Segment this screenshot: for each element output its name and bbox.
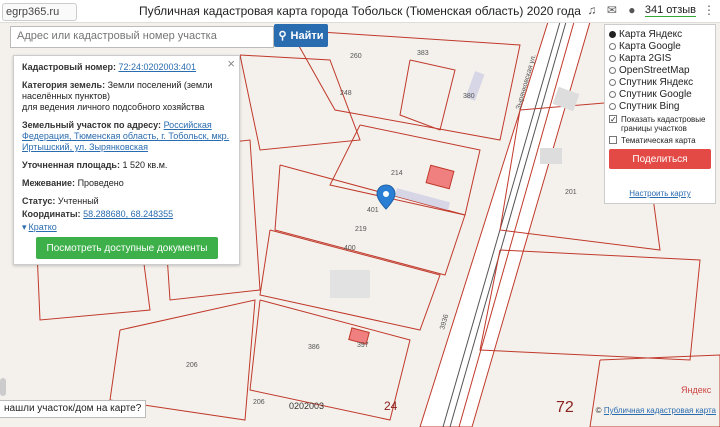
reviews-link[interactable]: 341 отзыв [644, 4, 696, 17]
layer-label: Карта Яндекс [619, 28, 683, 40]
radio-icon [609, 66, 616, 74]
status-label: Статус: [22, 196, 56, 206]
parcel-label: 397 [357, 342, 369, 349]
yandex-logo: Яндекс [681, 385, 712, 395]
cadastral-number-link[interactable]: 72:24:0202003:401 [118, 62, 196, 72]
parcel-label: 401 [367, 207, 379, 214]
layer-label: Спутник Bing [619, 100, 680, 112]
copyright-icon: © [595, 406, 602, 415]
parcel-label: 248 [340, 90, 352, 97]
close-icon[interactable]: × [227, 57, 235, 70]
parcel-label: 386 [308, 344, 320, 351]
site-address[interactable]: egrp365.ru [2, 3, 77, 21]
short-link[interactable]: Кратко [29, 222, 57, 232]
checkbox-checked-icon: ✓ [609, 115, 617, 124]
layer-option[interactable]: Карта Яндекс [609, 28, 711, 40]
parcel-label: 380 [463, 93, 475, 100]
attribution-link[interactable]: Публичная кадастровая карта [604, 406, 716, 415]
search-box [10, 26, 274, 48]
headphones-icon[interactable]: ♫ [585, 3, 599, 17]
address-label: Земельный участок по адресу: [22, 120, 162, 130]
survey-label: Межевание: [22, 178, 76, 188]
block-label: 0202003 [289, 401, 324, 411]
parcel-label: 206 [253, 399, 265, 406]
parcel-label: 260 [350, 53, 362, 60]
search-icon: ⚲ [278, 30, 287, 42]
radio-icon [609, 42, 616, 50]
found-parcel-prompt[interactable]: нашли участок/дом на карте? [0, 400, 147, 418]
parcel-label: 400 [344, 245, 356, 252]
layer-label: Спутник Яндекс [619, 76, 694, 88]
show-borders-toggle[interactable]: ✓ Показать кадастровые границы участков [609, 115, 711, 133]
layer-label: Спутник Google [619, 88, 692, 100]
radio-icon [609, 54, 616, 62]
layer-option[interactable]: Спутник Bing [609, 100, 711, 112]
status-value: Учтенный [57, 196, 99, 206]
map-attribution: © Публичная кадастровая карта [596, 406, 716, 415]
show-borders-label: Показать кадастровые границы участков [621, 115, 706, 133]
layer-option[interactable]: Спутник Яндекс [609, 76, 711, 88]
setup-map-link[interactable]: Настроить карту [609, 189, 711, 198]
survey-value: Проведено [77, 178, 124, 188]
envelope-icon[interactable]: ✉ [605, 3, 619, 17]
coordinates-label: Координаты: [22, 209, 81, 219]
block-number: 72 [556, 399, 574, 416]
comment-icon[interactable]: ● [625, 3, 639, 17]
side-handle[interactable] [0, 378, 6, 396]
view-documents-button[interactable]: Посмотреть доступные документы [36, 237, 218, 259]
parcel-label: 383 [417, 50, 429, 57]
thematic-toggle[interactable]: Тематическая карта [609, 136, 711, 145]
search-button-label: Найти [290, 29, 324, 42]
layer-label: Карта 2GIS [619, 52, 672, 64]
parcel-info-panel: × Кадастровый номер: 72:24:0202003:401 К… [13, 55, 240, 265]
collapse-icon: ▾ [22, 222, 27, 232]
parcel-label: 206 [186, 362, 198, 369]
search-button[interactable]: ⚲ Найти [274, 24, 328, 47]
area-label: Уточненная площадь: [22, 160, 120, 170]
parcel-label: 214 [391, 170, 403, 177]
layer-option[interactable]: OpenStreetMap [609, 64, 711, 76]
parcel-label: 219 [355, 226, 367, 233]
quarter-label: 24 [384, 399, 398, 413]
cadastral-number-label: Кадастровый номер: [22, 62, 116, 72]
area-value: 1 520 кв.м. [122, 160, 168, 170]
land-purpose: для ведения личного подсобного хозяйства [22, 102, 205, 112]
layer-option[interactable]: Карта 2GIS [609, 52, 711, 64]
radio-icon [609, 78, 616, 86]
radio-selected-icon [609, 30, 616, 38]
thematic-label: Тематическая карта [621, 136, 696, 145]
layers-panel: Карта Яндекс Карта Google Карта 2GIS Ope… [604, 24, 716, 204]
layer-option[interactable]: Спутник Google [609, 88, 711, 100]
top-bar: egrp365.ru Публичная кадастровая карта г… [0, 0, 720, 23]
topbar-icons: ♫ ✉ ● 341 отзыв ⋮ [585, 3, 716, 17]
search-input[interactable] [11, 27, 273, 45]
radio-icon [609, 102, 616, 110]
radio-icon [609, 90, 616, 98]
checkbox-icon [609, 136, 617, 144]
layer-label: Карта Google [619, 40, 681, 52]
menu-dots-icon[interactable]: ⋮ [702, 3, 716, 17]
layer-option[interactable]: Карта Google [609, 40, 711, 52]
land-category-label: Категория земель: [22, 80, 106, 90]
parcel-label: 201 [565, 189, 577, 196]
share-link-button[interactable]: Поделиться ссылкой [609, 149, 711, 185]
coordinates-link[interactable]: 58.288680, 68.248355 [83, 209, 173, 219]
layer-label: OpenStreetMap [619, 64, 690, 76]
page-title: Публичная кадастровая карта города Тобол… [139, 4, 581, 18]
